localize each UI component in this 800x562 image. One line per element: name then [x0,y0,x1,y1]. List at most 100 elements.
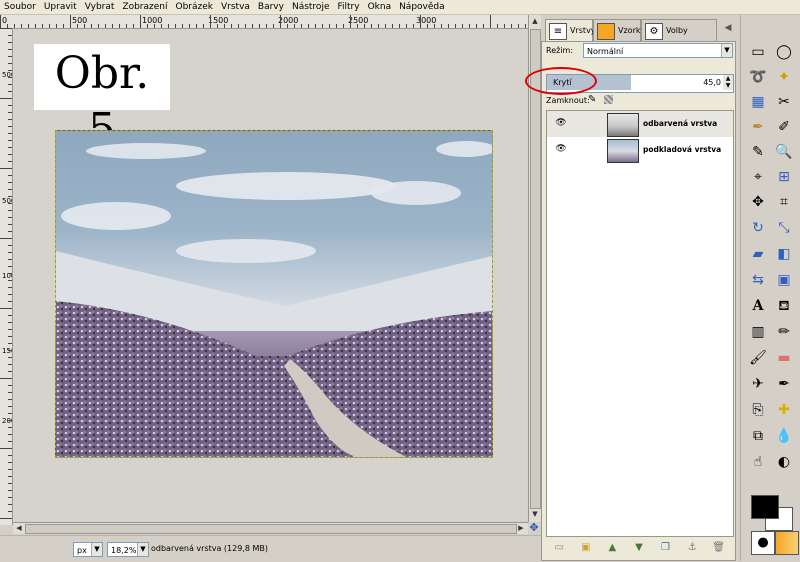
rect-select-icon[interactable]: ▭ [747,41,769,63]
dock-menu-icon[interactable]: ◀ [721,21,735,35]
scale-icon[interactable]: ⤡ [773,217,795,239]
layer-row[interactable]: 👁 podkladová vrstva [547,137,733,163]
menu-barvy[interactable]: Barvy [254,0,288,14]
new-group-icon[interactable]: ▣ [579,541,593,555]
mode-select[interactable]: Normální ▼ [583,43,733,58]
landscape-image[interactable] [55,130,493,458]
perspective-icon[interactable]: ◧ [773,243,795,265]
tab-tool-options[interactable]: ⚙ Volby nástroje [641,19,717,57]
vertical-scroll-thumb[interactable] [530,29,541,509]
ellipse-select-icon[interactable]: ◯ [773,41,795,63]
measure-icon[interactable]: ⌖ [747,166,769,188]
horizontal-scroll-thumb[interactable] [25,524,517,534]
ruler-tick [231,24,232,28]
menu-nastroje[interactable]: Nástroje [288,0,334,14]
layer-row[interactable]: 👁 odbarvená vrstva [547,111,733,137]
ruler-tick [8,483,12,484]
smudge-icon[interactable]: ☝ [747,451,769,473]
select-by-color-icon[interactable]: ▦ [747,91,769,113]
gradient-preview[interactable] [775,531,799,555]
menu-filtry[interactable]: Filtry [333,0,363,14]
color-picker-icon[interactable]: ✐ [773,116,795,138]
menu-napoveda[interactable]: Nápověda [395,0,449,14]
delete-layer-icon[interactable]: 🗑 [712,541,726,555]
image-canvas[interactable]: Obr. 5 [13,29,527,521]
lower-layer-icon[interactable]: ▼ [632,541,646,555]
ink-icon[interactable]: ✒ [773,373,795,395]
ruler-tick [8,112,12,113]
brush-preview-icon[interactable]: ● [751,531,775,555]
red-highlight-circle [525,67,597,95]
pencil-icon[interactable]: ✏ [773,321,795,343]
layer-buttons: ▭ ▣ ▲ ▼ ❐ ⚓ 🗑 [546,539,732,557]
eraser-icon[interactable]: ▬ [773,347,795,369]
eye-icon[interactable]: 👁 [555,118,567,128]
foreground-color-swatch[interactable] [751,495,779,519]
text-icon[interactable]: A [747,295,769,317]
ruler-tick [8,266,12,267]
scissors-icon[interactable]: ✂ [773,91,795,113]
tab-patterns[interactable]: Vzorky [593,19,645,41]
tab-label: Vrstvy [570,26,596,35]
blur-icon[interactable]: 💧 [773,425,795,447]
menu-obrazek[interactable]: Obrázek [172,0,218,14]
ruler-tick [8,70,12,71]
landscape-painting [56,141,492,457]
menu-vrstva[interactable]: Vrstva [217,0,254,14]
horizontal-ruler[interactable]: 0 500 1000 1500 2000 2500 3000 [0,15,528,29]
ruler-tick [8,329,12,330]
ruler-tick [294,24,295,28]
ruler-tick [469,24,470,28]
ruler-tick [8,511,12,512]
opacity-spinner[interactable]: ▲ ▼ [723,75,733,90]
navigate-icon[interactable]: ✥ [528,522,540,534]
ruler-tick [8,133,12,134]
paths-icon[interactable]: ✒ [747,116,769,138]
duplicate-layer-icon[interactable]: ❐ [659,541,673,555]
ruler-tick [70,15,71,28]
scroll-down-icon[interactable]: ▼ [530,509,540,519]
ruler-tick [8,35,12,36]
anchor-layer-icon[interactable]: ⚓ [685,541,699,555]
ruler-tick [8,182,12,183]
menu-zobrazeni[interactable]: Zobrazení [118,0,171,14]
new-layer-icon[interactable]: ▭ [552,541,566,555]
horizontal-scrollbar[interactable]: ◀ ▶ [13,522,528,534]
scroll-right-icon[interactable]: ▶ [516,523,526,533]
shear-icon[interactable]: ▰ [747,243,769,265]
dodge-burn-icon[interactable]: ◐ [773,451,795,473]
align-icon[interactable]: ⊞ [773,166,795,188]
zoom-icon[interactable]: 🔍 [773,141,795,163]
perspective-clone-icon[interactable]: ⧉ [747,425,769,447]
menu-vybrat[interactable]: Vybrat [81,0,119,14]
vertical-ruler[interactable]: 500 500 1000 1500 2000 [0,28,13,525]
ruler-tick [8,336,12,337]
scroll-left-icon[interactable]: ◀ [14,523,24,533]
free-select-icon[interactable]: ➰ [747,66,769,88]
raise-layer-icon[interactable]: ▲ [605,541,619,555]
crop-icon[interactable]: ⌗ [773,191,795,213]
fuzzy-select-icon[interactable]: ✦ [773,66,795,88]
cage-icon[interactable]: ▣ [773,269,795,291]
airbrush-icon[interactable]: ✈ [747,373,769,395]
unit-select[interactable]: px ▼ [73,542,103,557]
menu-okna[interactable]: Okna [364,0,396,14]
bucket-fill-icon[interactable]: ⛾ [773,295,795,317]
heal-icon[interactable]: ✚ [773,399,795,421]
clone-icon[interactable]: ⎘ [747,399,769,421]
eye-icon[interactable]: 👁 [555,144,567,154]
alpha-lock-icon[interactable] [604,95,613,104]
menu-upravit[interactable]: Upravit [40,0,81,14]
flip-icon[interactable]: ⇆ [747,269,769,291]
blend-icon[interactable]: ▥ [747,321,769,343]
zoom-select[interactable]: 18,2% ▼ [107,542,149,557]
move-icon[interactable]: ✥ [747,191,769,213]
menu-soubor[interactable]: Soubor [0,0,40,14]
ruler-tick [315,24,316,28]
tab-layers[interactable]: ≡ Vrstvy [545,19,596,41]
rotate-icon[interactable]: ↻ [747,217,769,239]
paintbrush-icon[interactable]: 🖌 [747,347,769,369]
color-picker-alt-icon[interactable]: ✎ [747,141,769,163]
scroll-up-icon[interactable]: ▲ [530,16,540,26]
brush-lock-icon[interactable]: ✎ [588,94,596,105]
